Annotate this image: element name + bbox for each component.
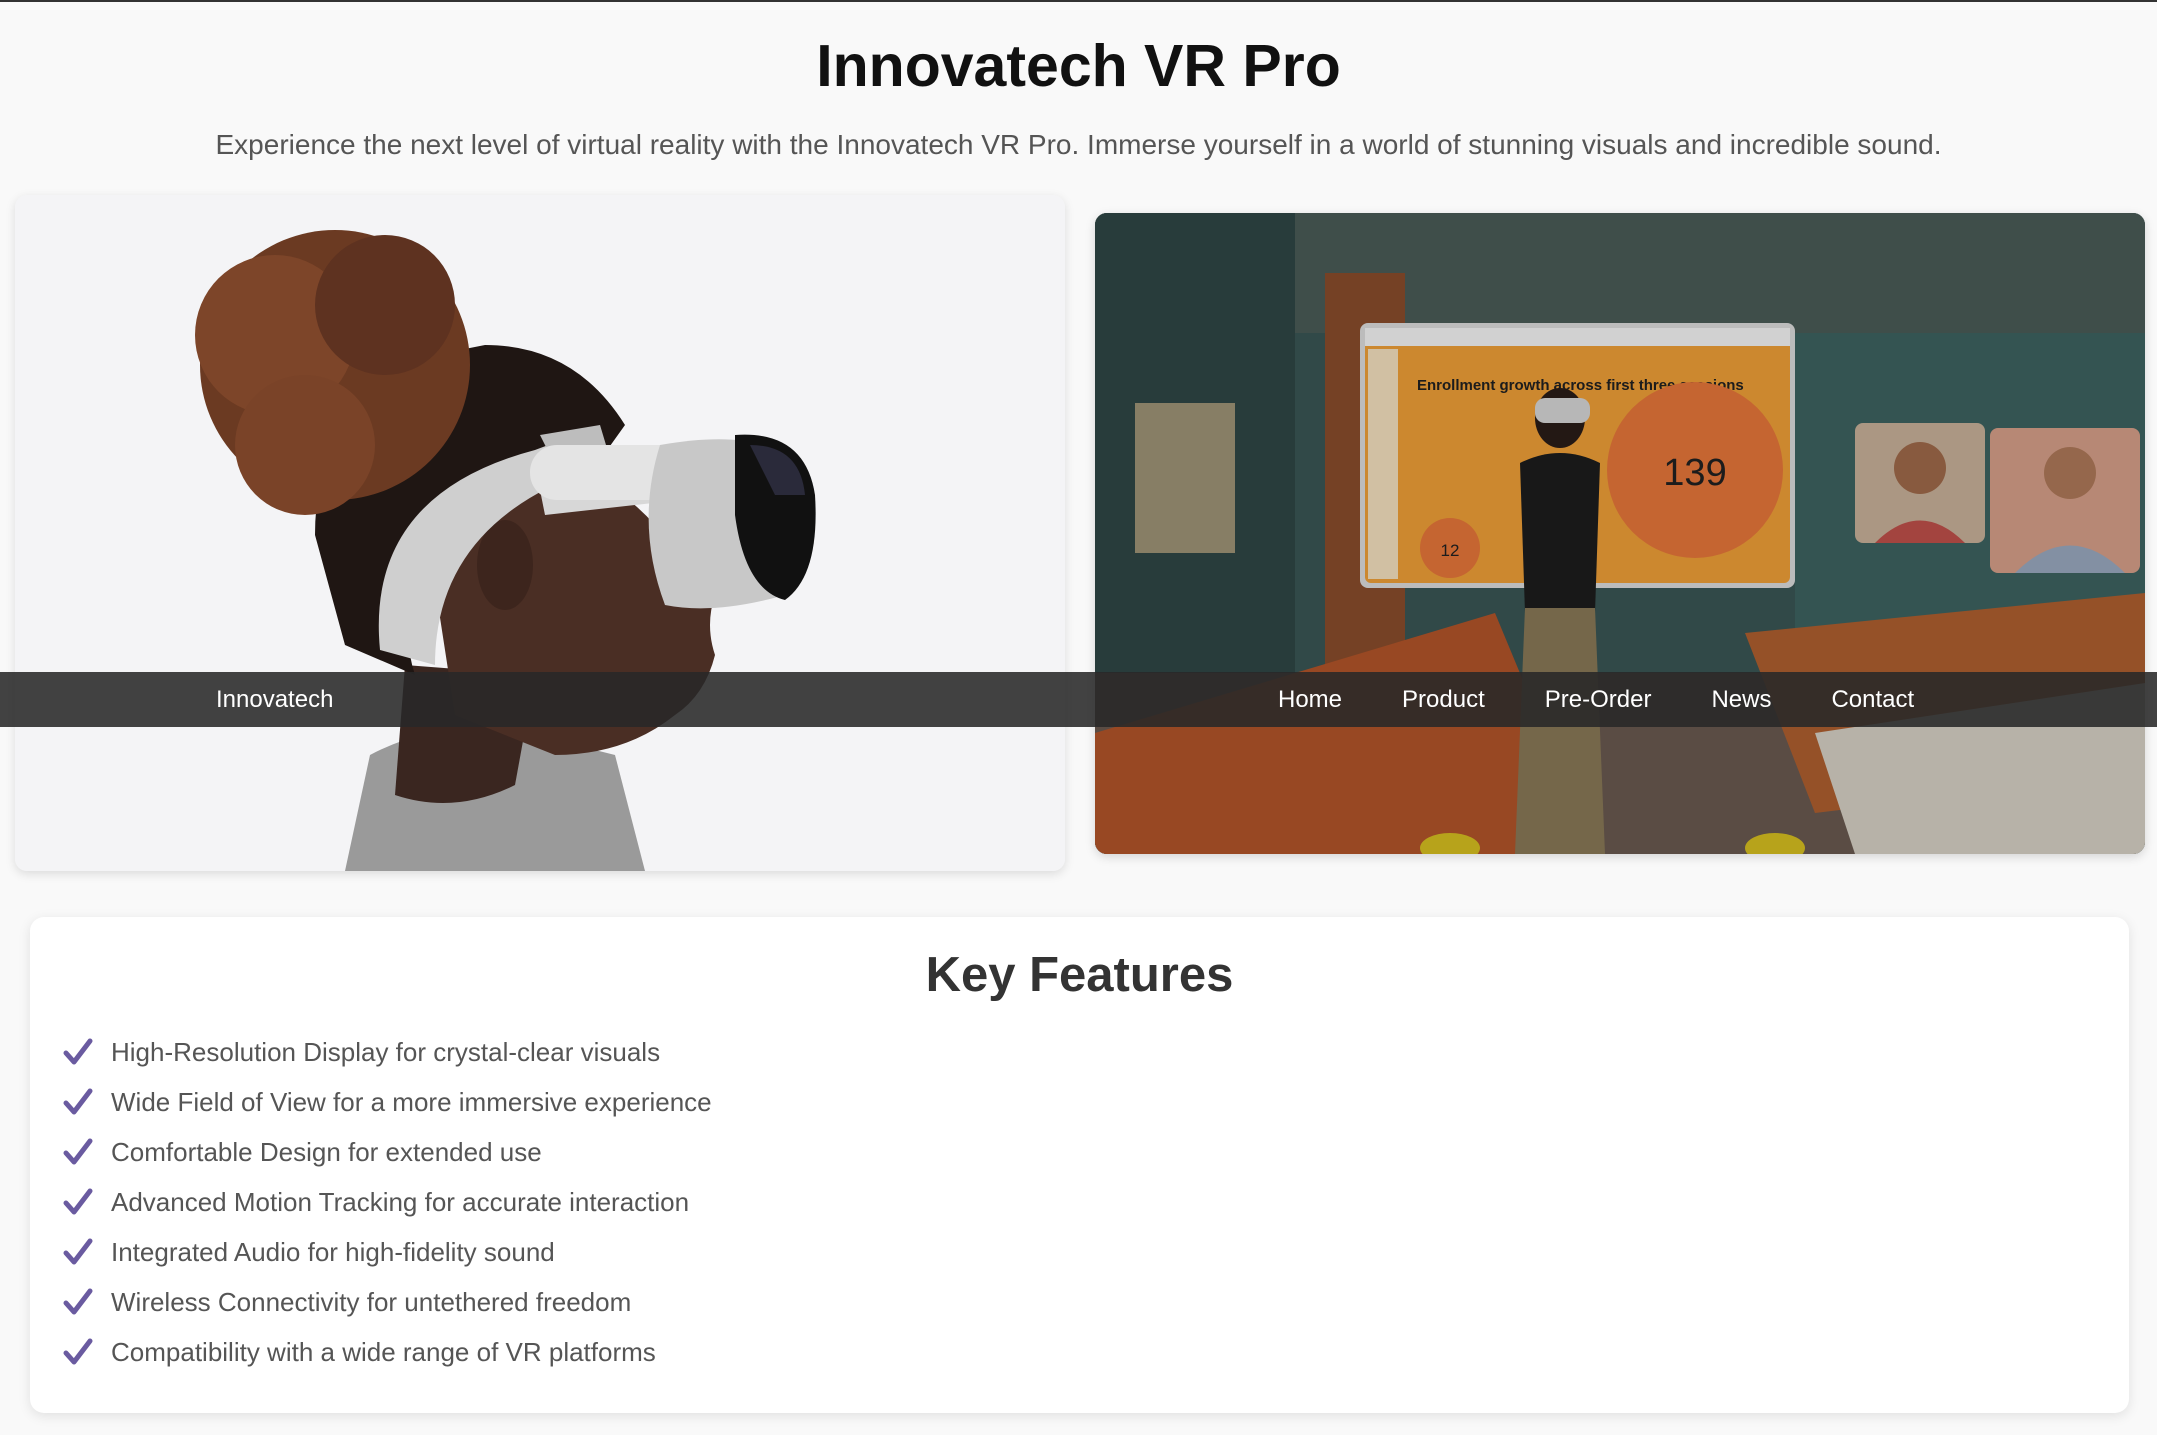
feature-text: Comfortable Design for extended use (111, 1136, 542, 1167)
checkmark-icon (63, 1138, 93, 1165)
feature-item: Compatibility with a wide range of VR pl… (63, 1327, 712, 1377)
feature-text: High-Resolution Display for crystal-clea… (111, 1036, 661, 1067)
feature-text: Integrated Audio for high-fidelity sound (111, 1236, 555, 1267)
feature-text: Advanced Motion Tracking for accurate in… (111, 1186, 690, 1217)
feature-item: Comfortable Design for extended use (63, 1127, 712, 1177)
vr-room-illustration: Enrollment growth across first three ses… (1095, 213, 2145, 854)
nav-pre-order[interactable]: Pre-Order (1545, 672, 1652, 727)
page-subtitle: Experience the next level of virtual rea… (215, 129, 1942, 160)
nav-contact[interactable]: Contact (1831, 672, 1914, 727)
feature-text: Wide Field of View for a more immersive … (111, 1086, 712, 1117)
navbar: Innovatech Home Product Pre-Order News C… (0, 672, 2157, 727)
checkmark-icon (63, 1238, 93, 1265)
brand-logo[interactable]: Innovatech (216, 672, 333, 727)
feature-item: Wireless Connectivity for untethered fre… (63, 1277, 712, 1327)
feature-item: Wide Field of View for a more immersive … (63, 1077, 712, 1127)
checkmark-icon (63, 1188, 93, 1215)
feature-text: Compatibility with a wide range of VR pl… (111, 1336, 656, 1367)
checkmark-icon (63, 1088, 93, 1115)
feature-list: High-Resolution Display for crystal-clea… (63, 1027, 712, 1377)
feature-item: Advanced Motion Tracking for accurate in… (63, 1177, 712, 1227)
nav-news[interactable]: News (1711, 672, 1771, 727)
page-title: Innovatech VR Pro (816, 33, 1341, 99)
features-card: Key Features High-Resolution Display for… (30, 917, 2129, 1413)
nav-product[interactable]: Product (1402, 672, 1485, 727)
feature-item: High-Resolution Display for crystal-clea… (63, 1027, 712, 1077)
nav-links: Home Product Pre-Order News Contact (1278, 672, 1974, 727)
checkmark-icon (63, 1338, 93, 1365)
feature-item: Integrated Audio for high-fidelity sound (63, 1227, 712, 1277)
feature-text: Wireless Connectivity for untethered fre… (111, 1286, 632, 1317)
headset-illustration (15, 195, 1065, 871)
nav-home[interactable]: Home (1278, 672, 1342, 727)
checkmark-icon (63, 1288, 93, 1315)
features-title: Key Features (925, 948, 1234, 1002)
hero-image-vr-room: Enrollment growth across first three ses… (1095, 213, 2145, 854)
checkmark-icon (63, 1038, 93, 1065)
hero-image-headset (15, 195, 1065, 871)
